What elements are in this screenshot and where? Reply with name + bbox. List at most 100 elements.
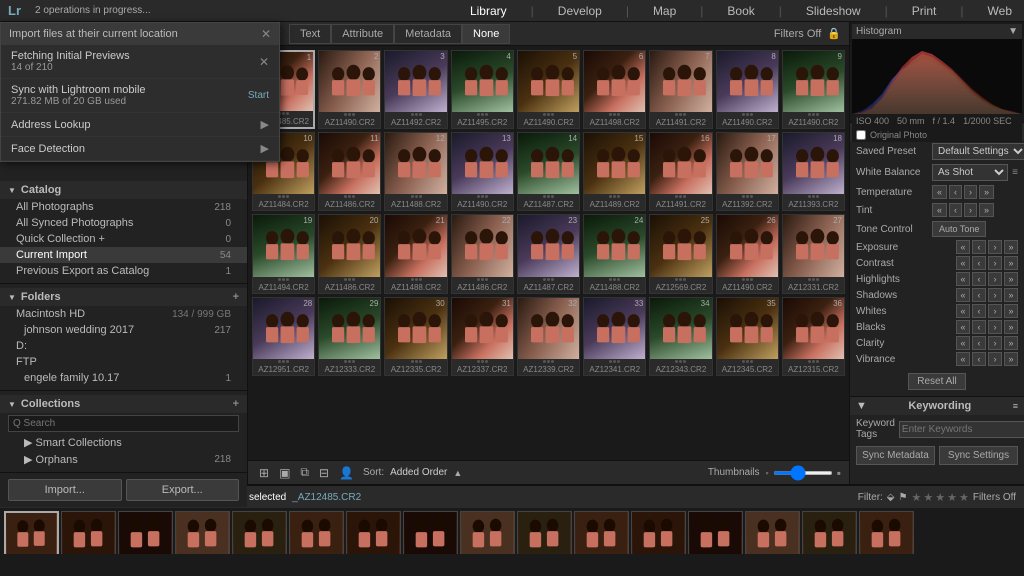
exp-inc-inc-button[interactable]: » [1004, 240, 1018, 254]
photo-cell-2[interactable]: 2AZ11490.CR2 [318, 50, 381, 129]
clar-dec-button[interactable]: ‹ [972, 336, 986, 350]
photo-cell-16[interactable]: 16AZ11491.CR2 [649, 132, 712, 211]
sync-settings-button[interactable]: Sync Settings [939, 446, 1018, 465]
nav-develop[interactable]: Develop [554, 2, 606, 20]
catalog-prev-export[interactable]: Previous Export as Catalog 1 [0, 263, 247, 279]
photo-cell-8[interactable]: 8AZ11490.CR2 [716, 50, 779, 129]
filmstrip-photo-15[interactable] [802, 511, 857, 554]
nav-slideshow[interactable]: Slideshow [802, 2, 865, 20]
orphans-collection[interactable]: ▶ Orphans 218 [0, 451, 247, 468]
exp-inc-button[interactable]: › [988, 240, 1002, 254]
folders-header[interactable]: ▼ Folders + [0, 288, 247, 306]
photo-cell-35[interactable]: 35AZ12345.CR2 [716, 297, 779, 376]
collections-add-icon[interactable]: + [233, 398, 239, 410]
clar-inc-inc-button[interactable]: » [1004, 336, 1018, 350]
high-dec-dec-button[interactable]: « [956, 272, 970, 286]
high-inc-inc-button[interactable]: » [1004, 272, 1018, 286]
filmstrip-photo-2[interactable] [61, 511, 116, 554]
filmstrip-photo-13[interactable] [688, 511, 743, 554]
filter-tab-attribute[interactable]: Attribute [331, 24, 394, 44]
temp-inc-button[interactable]: › [964, 185, 977, 199]
nav-library[interactable]: Library [466, 2, 511, 20]
folder-d[interactable]: D: [0, 338, 247, 354]
exp-dec-dec-button[interactable]: « [956, 240, 970, 254]
shad-inc-inc-button[interactable]: » [1004, 288, 1018, 302]
original-photo-checkbox[interactable] [856, 130, 866, 140]
filmstrip-photo-10[interactable] [517, 511, 572, 554]
cont-inc-inc-button[interactable]: » [1004, 256, 1018, 270]
close-icon[interactable]: ✕ [261, 27, 271, 41]
photo-cell-24[interactable]: 24AZ11488.CR2 [583, 214, 646, 293]
photo-cell-21[interactable]: 21AZ11488.CR2 [384, 214, 447, 293]
photo-cell-19[interactable]: 19AZ11494.CR2 [252, 214, 315, 293]
keyword-input[interactable] [899, 421, 1024, 438]
survey-view-icon[interactable]: ⊟ [316, 464, 332, 482]
white-dec-button[interactable]: ‹ [972, 304, 986, 318]
shad-inc-button[interactable]: › [988, 288, 1002, 302]
nav-map[interactable]: Map [649, 2, 680, 20]
black-dec-dec-button[interactable]: « [956, 320, 970, 334]
fetching-close-icon[interactable]: ✕ [259, 55, 269, 69]
photo-cell-33[interactable]: 33AZ12341.CR2 [583, 297, 646, 376]
folder-engele[interactable]: engele family 10.17 1 [0, 370, 247, 386]
cont-dec-button[interactable]: ‹ [972, 256, 986, 270]
photo-cell-14[interactable]: 14AZ11487.CR2 [517, 132, 580, 211]
tint-dec-dec-button[interactable]: « [932, 203, 947, 217]
folder-wedding[interactable]: johnson wedding 2017 217 [0, 322, 247, 338]
photo-cell-13[interactable]: 13AZ11490.CR2 [451, 132, 514, 211]
filmstrip-photo-12[interactable] [631, 511, 686, 554]
photo-cell-36[interactable]: 36AZ12315.CR2 [782, 297, 845, 376]
tint-inc-button[interactable]: › [964, 203, 977, 217]
photo-cell-28[interactable]: 28AZ12951.CR2 [252, 297, 315, 376]
filmstrip-filter-star-icon[interactable]: ⬙ [887, 492, 895, 503]
catalog-synced[interactable]: All Synced Photographs 0 [0, 215, 247, 231]
nav-web[interactable]: Web [984, 2, 1016, 20]
star-4-icon[interactable]: ★ [947, 491, 957, 504]
photo-cell-34[interactable]: 34AZ12343.CR2 [649, 297, 712, 376]
photo-cell-26[interactable]: 26AZ11490.CR2 [716, 214, 779, 293]
cont-inc-button[interactable]: › [988, 256, 1002, 270]
shad-dec-button[interactable]: ‹ [972, 288, 986, 302]
filmstrip-photo-9[interactable] [460, 511, 515, 554]
collections-search-input[interactable] [8, 415, 239, 432]
filter-tab-text[interactable]: Text [289, 24, 331, 44]
photo-cell-4[interactable]: 4AZ11495.CR2 [451, 50, 514, 129]
nav-print[interactable]: Print [908, 2, 941, 20]
face-item[interactable]: Face Detection ▶ [1, 137, 279, 161]
photo-cell-32[interactable]: 32AZ12339.CR2 [517, 297, 580, 376]
temp-inc-inc-button[interactable]: » [979, 185, 994, 199]
people-view-icon[interactable]: 👤 [336, 464, 357, 482]
photo-cell-27[interactable]: 27AZ12331.CR2 [782, 214, 845, 293]
grid-view-icon[interactable]: ⊞ [256, 464, 272, 482]
photo-cell-17[interactable]: 17AZ11392.CR2 [716, 132, 779, 211]
clar-inc-button[interactable]: › [988, 336, 1002, 350]
nav-book[interactable]: Book [723, 2, 758, 20]
filmstrip-photo-14[interactable] [745, 511, 800, 554]
vib-dec-button[interactable]: ‹ [972, 352, 986, 366]
white-balance-select[interactable]: As Shot [932, 164, 1008, 181]
black-inc-button[interactable]: › [988, 320, 1002, 334]
keywording-header[interactable]: ▼ Keywording ≡ [850, 396, 1024, 415]
filmstrip-photo-6[interactable] [289, 511, 344, 554]
import-button[interactable]: Import... [8, 479, 122, 501]
sort-arrow-icon[interactable]: ▲ [453, 468, 462, 478]
photo-cell-7[interactable]: 7AZ11491.CR2 [649, 50, 712, 129]
compare-view-icon[interactable]: ⧉ [297, 463, 312, 482]
photo-cell-3[interactable]: 3AZ11492.CR2 [384, 50, 447, 129]
white-inc-inc-button[interactable]: » [1004, 304, 1018, 318]
photo-cell-6[interactable]: 6AZ11498.CR2 [583, 50, 646, 129]
photo-cell-23[interactable]: 23AZ11487.CR2 [517, 214, 580, 293]
black-inc-inc-button[interactable]: » [1004, 320, 1018, 334]
star-5-icon[interactable]: ★ [959, 491, 969, 504]
catalog-all-photos[interactable]: All Photographs 218 [0, 199, 247, 215]
white-balance-menu-icon[interactable]: ≡ [1012, 167, 1018, 178]
sync-start-button[interactable]: Start [248, 90, 269, 101]
photo-cell-29[interactable]: 29AZ12333.CR2 [318, 297, 381, 376]
tint-dec-button[interactable]: ‹ [949, 203, 962, 217]
folder-ftp[interactable]: FTP [0, 354, 247, 370]
export-button[interactable]: Export... [126, 479, 240, 501]
photo-cell-9[interactable]: 9AZ11490.CR2 [782, 50, 845, 129]
filter-tab-metadata[interactable]: Metadata [394, 24, 462, 44]
address-item[interactable]: Address Lookup ▶ [1, 113, 279, 137]
temp-dec-dec-button[interactable]: « [932, 185, 947, 199]
